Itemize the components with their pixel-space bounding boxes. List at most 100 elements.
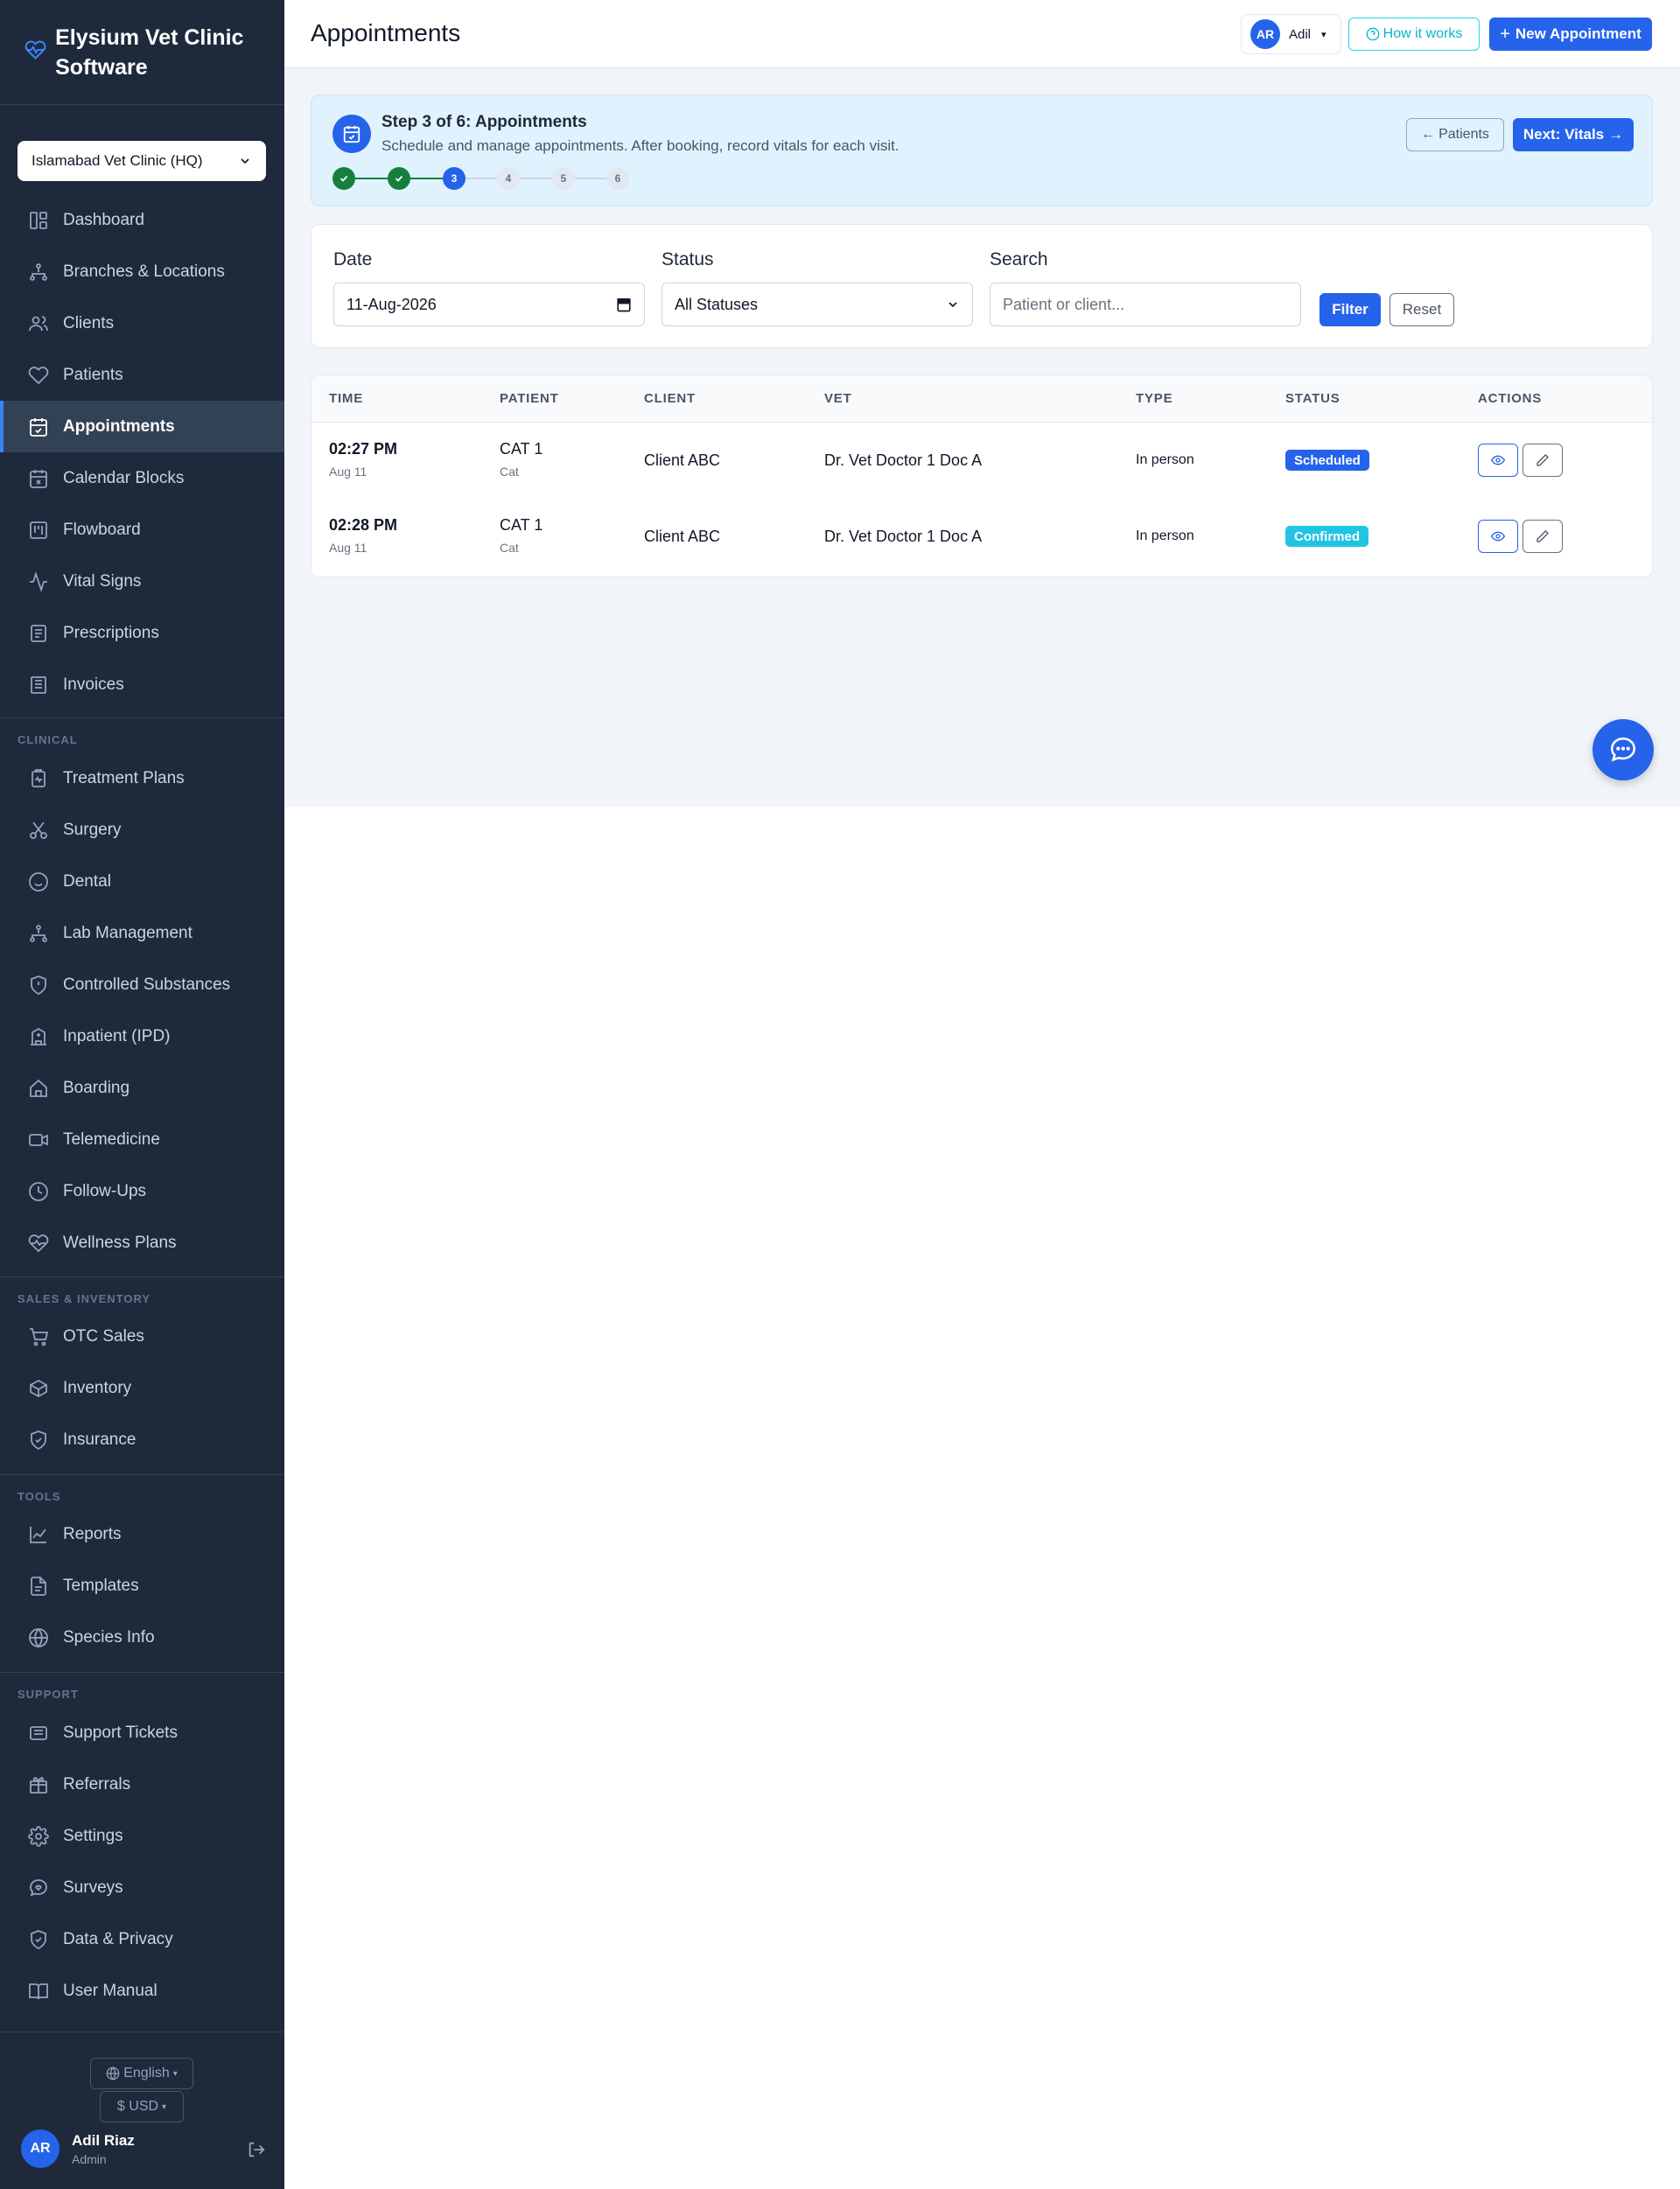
shield-lock-icon — [28, 1929, 49, 1950]
search-placeholder: Patient or client... — [1003, 295, 1125, 313]
language-select[interactable]: English ▾ — [90, 2058, 193, 2089]
sidebar-item-templates[interactable]: Templates — [0, 1560, 284, 1612]
sidebar-support-nav: Support Tickets Referrals Settings Surveys D… — [0, 1707, 284, 2017]
stepper-step-4[interactable]: 4 — [497, 167, 520, 190]
pencil-icon — [1536, 530, 1549, 542]
section-label-tools: TOOLS — [18, 1490, 61, 1503]
sidebar-item-invoices[interactable]: Invoices — [0, 659, 284, 710]
user-name: Adil Riaz — [72, 2131, 135, 2149]
sidebar-item-label: Boarding — [63, 1078, 130, 1097]
clinic-select[interactable]: Islamabad Vet Clinic (HQ) — [18, 141, 266, 181]
how-it-works-label: How it works — [1382, 26, 1463, 41]
date-value: 11-Aug-2026 — [346, 295, 437, 313]
sidebar-item-support-tickets[interactable]: Support Tickets — [0, 1707, 284, 1759]
sidebar-item-settings[interactable]: Settings — [0, 1810, 284, 1862]
topbar: Appointments AR Adil ▾ How it works + Ne… — [284, 0, 1680, 68]
sidebar-item-vital-signs[interactable]: Vital Signs — [0, 556, 284, 607]
sidebar-item-flowboard[interactable]: Flowboard — [0, 504, 284, 556]
step-number: 4 — [505, 172, 512, 185]
filter-button[interactable]: Filter — [1320, 293, 1381, 326]
next-step-button[interactable]: Next: Vitals → — [1513, 118, 1634, 151]
sidebar-item-dental[interactable]: Dental — [0, 856, 284, 907]
view-button[interactable] — [1478, 444, 1518, 477]
table-row[interactable]: 02:28 PM Aug 11 CAT 1 Cat Client ABC Dr. Vet … — [312, 499, 1652, 575]
arrow-right-icon: → — [1608, 126, 1624, 143]
sidebar-item-inventory[interactable]: Inventory — [0, 1362, 284, 1414]
table-row[interactable]: 02:27 PM Aug 11 CAT 1 Cat Client ABC Dr. Vet … — [312, 423, 1652, 499]
brand[interactable]: Elysium Vet Clinic Software — [0, 0, 284, 105]
sidebar-item-referrals[interactable]: Referrals — [0, 1759, 284, 1810]
sidebar-item-lab-management[interactable]: Lab Management — [0, 907, 284, 959]
client-name: Client ABC — [644, 451, 721, 469]
sidebar-item-label: OTC Sales — [63, 1326, 144, 1346]
stepper-connector — [355, 178, 388, 179]
chat-button[interactable] — [1592, 719, 1654, 780]
sidebar-item-label: Patients — [63, 365, 123, 384]
sidebar-item-label: Branches & Locations — [63, 262, 225, 281]
previous-step-label: Patients — [1438, 127, 1489, 142]
currency-select[interactable]: $ USD ▾ — [100, 2091, 184, 2123]
sidebar-item-calendar-blocks[interactable]: Calendar Blocks — [0, 452, 284, 504]
sidebar-item-reports[interactable]: Reports — [0, 1508, 284, 1560]
sidebar-item-controlled-substances[interactable]: Controlled Substances — [0, 959, 284, 1011]
calendar-x-icon — [28, 468, 49, 489]
divider — [0, 1672, 284, 1673]
user-menu[interactable]: AR Adil ▾ — [1241, 14, 1341, 54]
activity-icon — [28, 570, 49, 592]
sidebar-item-label: Data & Privacy — [63, 1929, 173, 1948]
date-input[interactable]: 11-Aug-2026 — [333, 283, 645, 326]
home-icon — [28, 1078, 49, 1099]
pencil-icon — [1536, 454, 1549, 466]
sidebar-user[interactable]: AR Adil Riaz Admin — [21, 2130, 266, 2168]
view-button[interactable] — [1478, 520, 1518, 553]
edit-button[interactable] — [1522, 520, 1563, 553]
step-number: 3 — [451, 172, 458, 185]
sidebar-item-label: Inpatient (IPD) — [63, 1026, 171, 1046]
reset-button[interactable]: Reset — [1390, 293, 1454, 326]
stepper-step-5[interactable]: 5 — [552, 167, 575, 190]
stepper-step-2[interactable] — [388, 167, 410, 190]
sidebar-item-branches-locations[interactable]: Branches & Locations — [0, 246, 284, 297]
file-icon — [28, 1576, 49, 1597]
logout-icon[interactable] — [247, 2140, 266, 2159]
sidebar-item-surveys[interactable]: Surveys — [0, 1862, 284, 1913]
sidebar-item-clients[interactable]: Clients — [0, 297, 284, 349]
sidebar-item-patients[interactable]: Patients — [0, 349, 284, 401]
sidebar-item-follow-ups[interactable]: Follow-Ups — [0, 1165, 284, 1217]
chat-icon — [1610, 737, 1636, 762]
previous-step-button[interactable]: ← Patients — [1406, 118, 1504, 151]
new-appointment-button[interactable]: + New Appointment — [1489, 17, 1652, 51]
sidebar-item-insurance[interactable]: Insurance — [0, 1414, 284, 1465]
status-select[interactable]: All Statuses — [662, 283, 973, 326]
sidebar-item-wellness-plans[interactable]: Wellness Plans — [0, 1217, 284, 1269]
sidebar-item-boarding[interactable]: Boarding — [0, 1062, 284, 1114]
sidebar-item-treatment-plans[interactable]: Treatment Plans — [0, 752, 284, 804]
sidebar-item-species-info[interactable]: Species Info — [0, 1612, 284, 1663]
status-label: Status — [662, 249, 714, 269]
sidebar-item-surgery[interactable]: Surgery — [0, 804, 284, 856]
stepper-step-3[interactable]: 3 — [443, 167, 466, 190]
stepper-step-6[interactable]: 6 — [606, 167, 629, 190]
sidebar-item-dashboard[interactable]: Dashboard — [0, 194, 284, 246]
next-step-label: Next: Vitals — [1522, 126, 1605, 143]
avatar: AR — [21, 2130, 60, 2168]
sidebar-sales-nav: OTC Sales Inventory Insurance — [0, 1311, 284, 1465]
sidebar-item-data-privacy[interactable]: Data & Privacy — [0, 1913, 284, 1965]
chevron-down-icon — [948, 302, 957, 308]
sidebar-item-inpatient-ipd[interactable]: Inpatient (IPD) — [0, 1011, 284, 1062]
column-header-patient: PATIENT — [500, 391, 559, 406]
sidebar-item-label: Vital Signs — [63, 571, 142, 591]
stepper-step-1[interactable] — [332, 167, 355, 190]
edit-button[interactable] — [1522, 444, 1563, 477]
sidebar-item-otc-sales[interactable]: OTC Sales — [0, 1311, 284, 1362]
sidebar-item-user-manual[interactable]: User Manual — [0, 1965, 284, 2017]
sidebar-item-telemedicine[interactable]: Telemedicine — [0, 1114, 284, 1165]
sidebar-item-label: Dashboard — [63, 210, 144, 229]
search-input[interactable]: Patient or client... — [990, 283, 1301, 326]
language-value: English — [123, 2066, 170, 2081]
how-it-works-button[interactable]: How it works — [1348, 17, 1480, 51]
sidebar-item-prescriptions[interactable]: Prescriptions — [0, 607, 284, 659]
sidebar-item-appointments[interactable]: Appointments — [0, 401, 284, 452]
status-select-value: All Statuses — [675, 295, 759, 313]
clock-icon — [28, 1181, 49, 1202]
